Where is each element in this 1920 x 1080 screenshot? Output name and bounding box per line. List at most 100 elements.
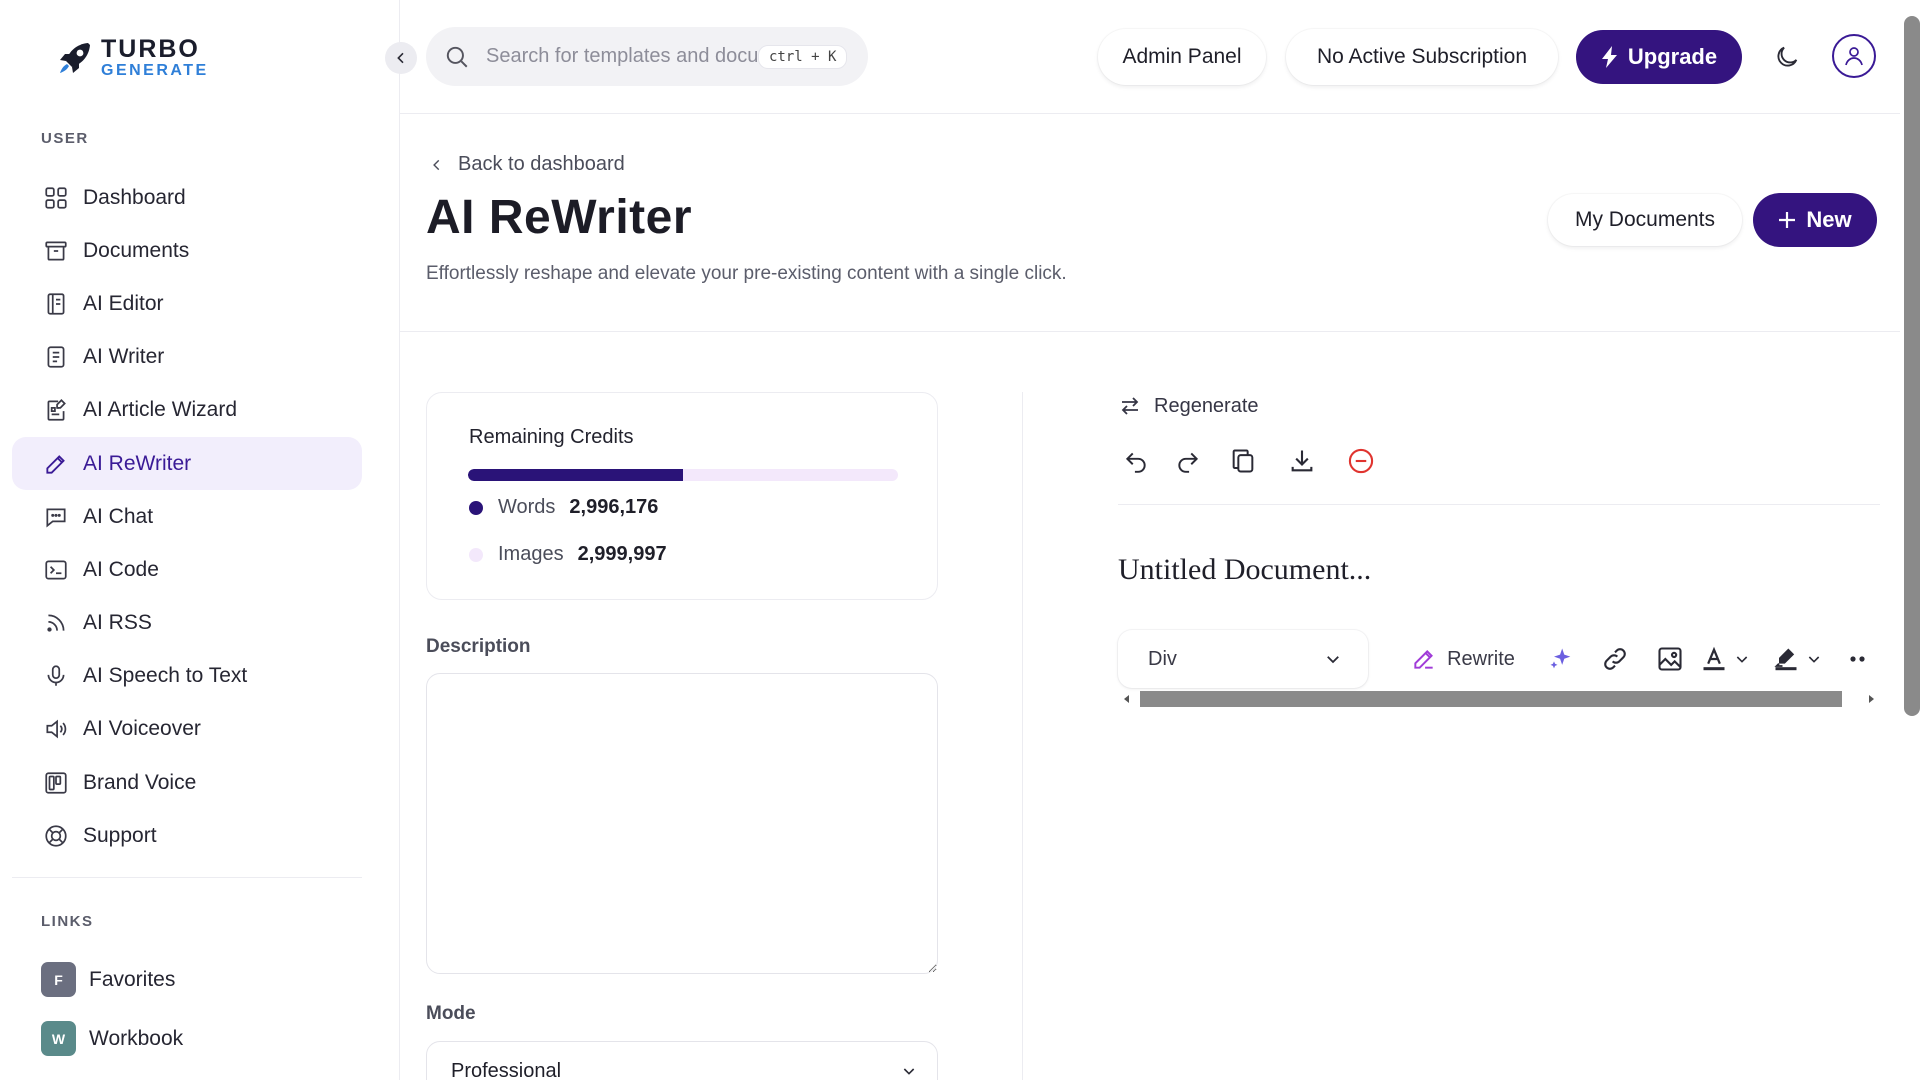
copy-icon: [1232, 449, 1254, 473]
toolbar-horizontal-scrollbar[interactable]: [1118, 689, 1880, 709]
rewrite-button[interactable]: Rewrite: [1392, 630, 1534, 688]
text-color-icon: [1703, 646, 1725, 671]
images-value: 2,999,997: [577, 543, 667, 565]
sidebar-item-label: Brand Voice: [83, 770, 197, 794]
delete-button[interactable]: [1345, 445, 1377, 477]
sidebar-item-label: Support: [83, 823, 157, 847]
top-bar: ctrl + K Admin Panel No Active Subscript…: [400, 0, 1920, 114]
user-avatar-button[interactable]: [1832, 34, 1876, 78]
vertical-scroll-thumb[interactable]: [1904, 16, 1920, 716]
sidebar-item-brand-voice[interactable]: Brand Voice: [12, 756, 362, 809]
sidebar-item-ai-rewriter[interactable]: AI ReWriter: [12, 436, 362, 491]
image-button[interactable]: [1643, 630, 1697, 688]
sidebar-item-ai-writer[interactable]: AI Writer: [12, 331, 362, 384]
text-color-button[interactable]: [1696, 630, 1754, 688]
document-title[interactable]: Untitled Document...: [1118, 553, 1371, 587]
terminal-icon: [45, 560, 67, 580]
sidebar-item-documents[interactable]: Documents: [12, 224, 362, 277]
search-input[interactable]: [486, 45, 758, 68]
sidebar-item-label: AI Code: [83, 557, 159, 581]
theme-toggle-button[interactable]: [1770, 40, 1804, 74]
sidebar-item-ai-speech-to-text[interactable]: AI Speech to Text: [12, 650, 362, 703]
sidebar-item-label: AI RSS: [83, 611, 152, 635]
rocket-logo-icon: [60, 43, 90, 73]
notebook-icon: [47, 293, 65, 315]
microphone-icon: [47, 665, 65, 687]
download-button[interactable]: [1286, 445, 1318, 477]
page-subtitle: Effortlessly reshape and elevate your pr…: [426, 263, 1067, 284]
sidebar-item-label: AI Chat: [83, 504, 154, 528]
my-documents-button[interactable]: My Documents: [1548, 194, 1742, 246]
credits-progress-bar: [468, 469, 898, 481]
chevron-down-icon: [1808, 656, 1820, 663]
link-button[interactable]: [1588, 630, 1642, 688]
description-textarea[interactable]: [426, 673, 938, 974]
ai-sparkle-button[interactable]: [1534, 630, 1588, 688]
sidebar-item-ai-rss[interactable]: AI RSS: [12, 597, 362, 650]
lifebuoy-icon: [45, 825, 67, 847]
sidebar-item-label: AI Editor: [83, 291, 164, 315]
workbook-badge: W: [41, 1021, 76, 1056]
page-vertical-scrollbar[interactable]: [1900, 0, 1920, 1080]
sidebar-item-support[interactable]: Support: [12, 809, 362, 862]
logo[interactable]: TURBO GENERATE: [55, 37, 209, 79]
chevron-down-icon: [1327, 656, 1339, 664]
redo-button[interactable]: [1172, 445, 1204, 477]
sidebar-item-ai-code[interactable]: AI Code: [12, 543, 362, 596]
description-label: Description: [426, 636, 531, 657]
plus-icon: [1779, 212, 1796, 228]
sidebar-item-label: AI Writer: [83, 345, 165, 369]
sidebar-item-ai-article-wizard[interactable]: AI Article Wizard: [12, 384, 362, 437]
format-toolbar: Div Rewrite: [1118, 630, 1880, 688]
pencil-icon: [46, 454, 65, 474]
rss-icon: [47, 614, 65, 632]
chevron-down-icon: [903, 1068, 915, 1075]
back-to-dashboard-link[interactable]: Back to dashboard: [430, 153, 625, 176]
upgrade-button[interactable]: Upgrade: [1576, 30, 1742, 84]
chevron-down-icon: [1736, 656, 1748, 663]
more-options-button[interactable]: [1840, 630, 1876, 688]
block-type-select[interactable]: Div: [1118, 630, 1368, 688]
search-bar[interactable]: ctrl + K: [426, 27, 868, 86]
scroll-right-arrow-icon: [1869, 695, 1874, 703]
logo-line2: GENERATE: [101, 62, 209, 79]
sidebar-link-label: Favorites: [89, 967, 176, 991]
chevron-left-icon: [433, 159, 440, 170]
highlight-button[interactable]: [1768, 630, 1826, 688]
remaining-credits-card: Remaining Credits Words 2,996,176 Images…: [426, 392, 938, 600]
sidebar-divider: [12, 877, 362, 878]
back-link-label: Back to dashboard: [458, 153, 625, 175]
sidebar-item-ai-chat[interactable]: AI Chat: [12, 490, 362, 543]
logo-text: TURBO GENERATE: [101, 37, 209, 79]
undo-button[interactable]: [1120, 445, 1152, 477]
sidebar-item-ai-voiceover[interactable]: AI Voiceover: [12, 703, 362, 756]
more-dots-icon: [1850, 656, 1865, 662]
new-document-button[interactable]: New: [1753, 193, 1877, 247]
sidebar-link-favorites[interactable]: F Favorites: [41, 962, 175, 997]
subscription-button[interactable]: No Active Subscription: [1286, 29, 1558, 85]
copy-button[interactable]: [1227, 445, 1259, 477]
chat-icon: [46, 508, 66, 528]
regenerate-button[interactable]: Regenerate: [1118, 394, 1259, 418]
upgrade-label: Upgrade: [1627, 44, 1718, 69]
horizontal-scroll-thumb[interactable]: [1140, 691, 1842, 707]
sidebar-link-label: Workbook: [89, 1026, 184, 1050]
rewrite-label: Rewrite: [1447, 647, 1515, 670]
board-icon: [45, 772, 67, 794]
search-icon: [446, 46, 468, 67]
sidebar-item-ai-editor[interactable]: AI Editor: [12, 277, 362, 330]
sidebar-item-label: Documents: [83, 238, 190, 262]
sidebar-nav: Dashboard Documents AI Editor AI Writer …: [12, 171, 362, 862]
mode-select[interactable]: Professional: [426, 1041, 938, 1080]
sparkle-icon: [1550, 648, 1571, 669]
regenerate-label: Regenerate: [1154, 394, 1259, 417]
sidebar-link-workbook[interactable]: W Workbook: [41, 1021, 183, 1056]
sidebar: TURBO GENERATE USER Dashboard Documents …: [0, 0, 400, 1080]
sidebar-item-dashboard[interactable]: Dashboard: [12, 171, 362, 224]
page-header: Back to dashboard AI ReWriter Effortless…: [400, 114, 1920, 332]
highlighter-icon: [1774, 648, 1797, 671]
images-legend-dot: [469, 547, 483, 562]
swap-arrows-icon: [1121, 397, 1139, 415]
sidebar-collapse-button[interactable]: [385, 42, 417, 74]
admin-panel-button[interactable]: Admin Panel: [1098, 29, 1266, 85]
